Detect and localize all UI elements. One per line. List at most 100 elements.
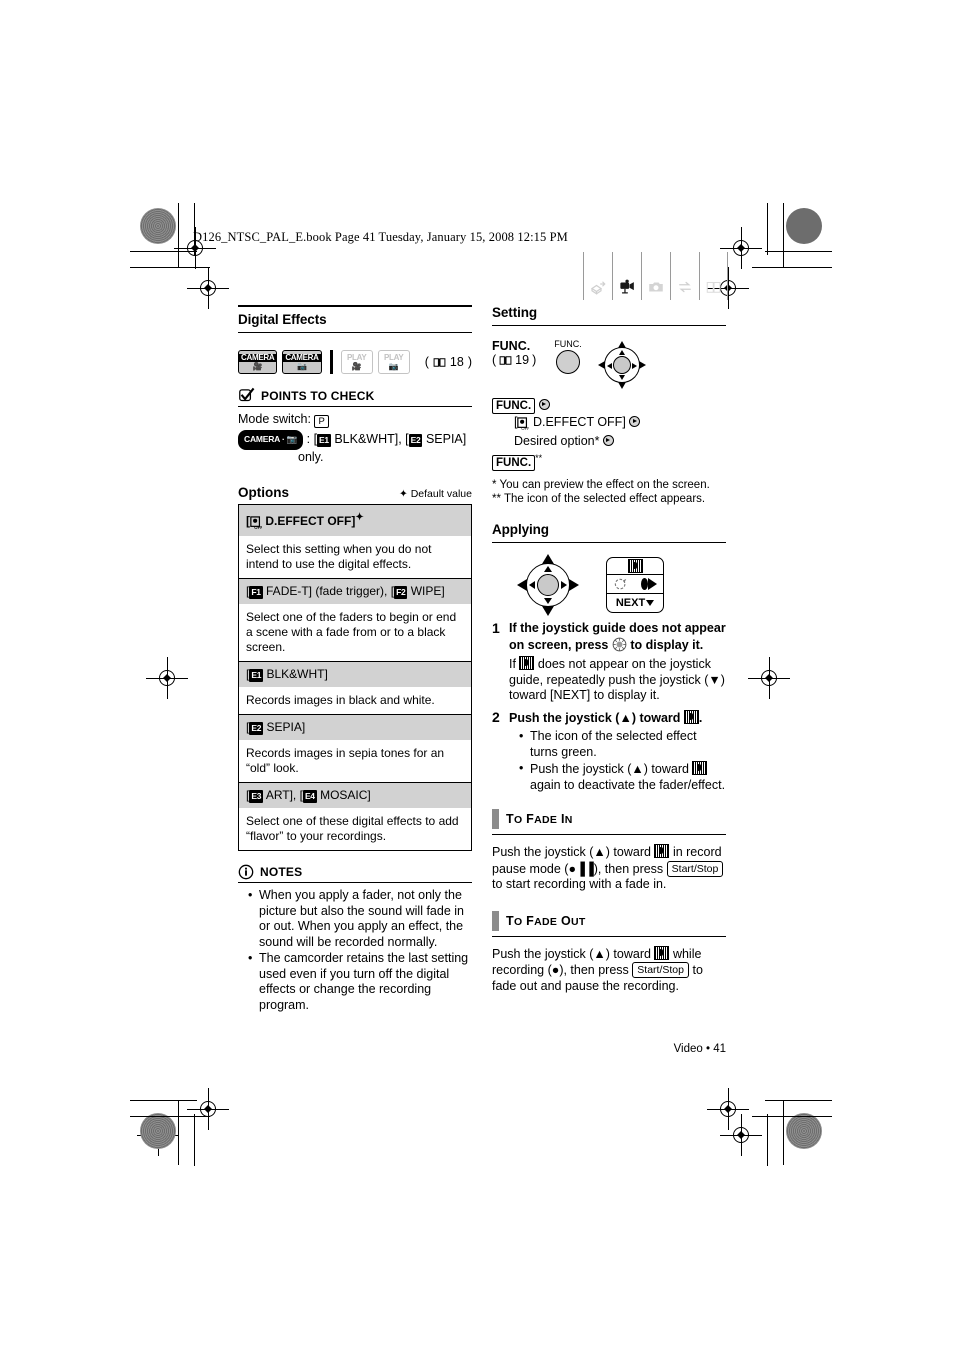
joystick-inner-arrow-left (529, 581, 535, 590)
checkmark-box-icon (239, 387, 255, 402)
list-item: 2 Push the joystick (▲) toward . The ico… (492, 709, 726, 794)
points-to-check-header: POINTS TO CHECK (238, 387, 472, 404)
fade-in-header: TO FADE IN (492, 809, 726, 830)
joystick-diagram-applying[interactable] (517, 554, 579, 617)
setting-step-3-label: Desired option* (514, 434, 600, 448)
color-blob-bottom-left (140, 1113, 176, 1149)
e2-icon: E2 (408, 434, 423, 447)
fade-out-text-a: Push the joystick (▲) toward (492, 946, 651, 961)
fade-out-rule (492, 935, 726, 937)
fader-icon (683, 709, 699, 724)
intro-icon (590, 281, 606, 295)
func-page-reference: ( 19 ) (492, 353, 537, 367)
start-stop-button[interactable]: Start/Stop (632, 962, 689, 979)
camera-icon (649, 282, 663, 292)
restriction-only: only. (298, 449, 324, 464)
chevron-right-icon (538, 399, 550, 410)
color-blob-top-left (140, 208, 176, 244)
joystick-arrow-down (617, 382, 626, 389)
func-label-block: FUNC. ( 19 ) (492, 339, 536, 367)
movie-icon: 🎥 (252, 361, 263, 371)
info-icon (238, 864, 254, 880)
step-2-bold: Push the joystick (▲) toward (509, 710, 681, 725)
joystick-press-icon (612, 637, 627, 652)
mode-badge-camera-photo: CAMERA 📷 (282, 350, 322, 374)
chevron-down-icon (646, 600, 655, 607)
mode-page-reference: ( 18 ) (424, 355, 472, 369)
joystick-arrow-left (517, 579, 527, 592)
record-pause-icon: ●▐▐ (568, 861, 594, 876)
introduction-tab[interactable] (583, 252, 612, 300)
applying-title: Applying (492, 522, 549, 538)
joystick-guide-middle[interactable] (606, 575, 664, 595)
table-row: [E2 SEPIA] (238, 714, 472, 740)
mode-switch-label: Mode switch: (238, 412, 311, 426)
step-1-body-after: does not appear on the joystick guide, r… (509, 657, 725, 703)
fade-in-text-d: to start recording with a fade in. (492, 877, 667, 892)
step-1-body: If does not appear on the joystick guide… (509, 656, 726, 704)
book-icon (706, 281, 721, 293)
left-column: Digital Effects CAMERA 🎥 CAMERA 📷 PLAY 🎥… (238, 305, 472, 1014)
func-button-circle[interactable] (556, 350, 580, 374)
mode-badge-play-photo: PLAY 📷 (377, 350, 410, 374)
mode-badge-word: CAMERA (239, 352, 277, 362)
joystick-guide-top[interactable] (606, 557, 664, 576)
mode-badge-row: CAMERA 🎥 CAMERA 📷 PLAY 🎥 PLAY 📷 ( 18 ) (238, 350, 472, 374)
restriction-text-c: SEPIA] (425, 432, 467, 446)
page-title: Digital Effects (238, 312, 327, 327)
setting-step-1: FUNC. (492, 397, 726, 414)
movie-icon: 🎥 (351, 361, 362, 371)
e2-icon: E2 (249, 722, 264, 735)
chevron-right-icon (602, 435, 614, 446)
joystick-arrow-down (542, 606, 554, 617)
func-button-caption: FUNC. (554, 339, 582, 349)
step-2-bold-after: . (698, 710, 703, 725)
func-button-1[interactable]: FUNC. (492, 398, 536, 414)
video-tab[interactable] (612, 252, 641, 300)
color-blob-bottom-right (786, 1113, 822, 1149)
photos-tab[interactable] (641, 252, 670, 300)
joystick-guide-box[interactable]: NEXT (606, 557, 664, 614)
func-page-number: 19 (515, 353, 530, 367)
registration-mark-top-right (720, 227, 762, 269)
additional-information-tab[interactable] (699, 252, 728, 300)
page-footer: Video • 41 (673, 1043, 726, 1055)
fade-out-text-c: ), then press (559, 963, 629, 978)
step-2-bullets: The icon of the selected effect turns gr… (509, 729, 726, 793)
section-tab-strip (583, 252, 728, 300)
table-row: [E3 ART], [E4 MOSAIC] (238, 782, 472, 808)
table-row: Records images in black and white. (238, 687, 472, 715)
mode-badge-play-movie: PLAY 🎥 (340, 350, 373, 374)
default-value-note: ✦ Default value (398, 488, 472, 500)
step-1-bold-b: to display it. (630, 637, 704, 652)
photo-icon: 📷 (296, 361, 307, 371)
joystick-guide-next[interactable]: NEXT (606, 594, 664, 614)
setting-rule (492, 325, 726, 326)
fade-in-text-c: ), then press (593, 861, 664, 876)
points-to-check-rule (238, 406, 472, 407)
table-row: Select one of the faders to begin or end… (238, 604, 472, 662)
registration-mark-mid-left (146, 657, 188, 699)
fader-icon (654, 844, 670, 859)
option-description: Records images in black and white. (238, 687, 472, 715)
setting-footnote-2: ** The icon of the selected effect appea… (492, 493, 706, 506)
start-stop-button[interactable]: Start/Stop (666, 860, 724, 877)
fade-out-accent-bar (492, 910, 499, 931)
mode-badge-word: PLAY (345, 352, 369, 362)
fader-icon (519, 656, 535, 671)
points-to-check-title: POINTS TO CHECK (261, 388, 375, 403)
section-rule-top (238, 305, 472, 307)
setting-sequence: FUNC. [OFF D.EFFECT OFF] Desired option*… (492, 397, 726, 472)
joystick-arrow-right (638, 361, 646, 369)
joystick-inner-arrow-down (544, 598, 552, 605)
fade-in-title: TO FADE IN (506, 812, 573, 827)
mode-divider (329, 350, 333, 374)
joystick-diagram-setting[interactable] (597, 341, 646, 389)
setting-step-2: [OFF D.EFFECT OFF] (492, 414, 726, 433)
func-button-2[interactable]: FUNC. (492, 455, 536, 472)
setting-title: Setting (492, 305, 538, 320)
setting-step-4: FUNC. ** (492, 450, 726, 472)
applying-diagram: NEXT (517, 554, 726, 617)
book-reference-icon (433, 357, 446, 367)
external-connections-tab[interactable] (670, 252, 699, 300)
